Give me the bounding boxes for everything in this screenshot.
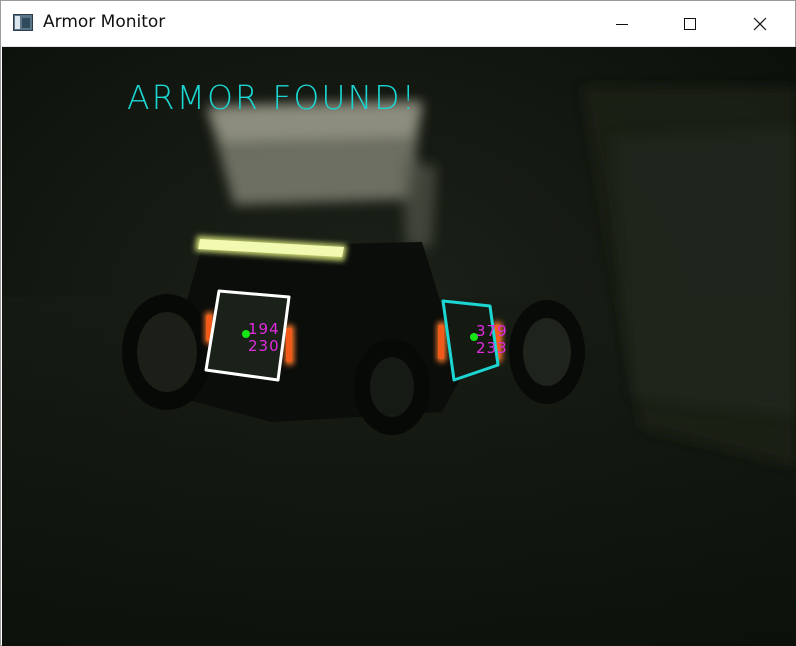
minimize-button[interactable] [587, 1, 657, 46]
background-panel-inner [612, 127, 796, 417]
wheel-center-hub [370, 357, 414, 417]
armor-monitor-window: Armor Monitor ARMOR FOUND! 194 230 379 2… [0, 0, 796, 646]
wheel-right-hub [523, 318, 571, 386]
title-bar[interactable]: Armor Monitor [1, 1, 795, 47]
camera-frame [2, 47, 796, 646]
window-title: Armor Monitor [43, 12, 166, 32]
target-2-coordinates: 379 233 [476, 323, 508, 357]
close-button[interactable] [725, 1, 795, 46]
camera-view: ARMOR FOUND! 194 230 379 233 [2, 47, 796, 646]
armor-status-text: ARMOR FOUND! [127, 78, 417, 117]
app-icon [13, 14, 33, 31]
light-strip-3-core [438, 325, 444, 359]
minimize-icon [616, 23, 628, 25]
target-1-coordinates: 194 230 [248, 321, 280, 355]
target-2-y-label: 233 [476, 339, 508, 357]
close-icon [753, 17, 767, 30]
light-strip-2-core [286, 328, 292, 362]
target-1-y-label: 230 [248, 337, 280, 355]
robot-handle [400, 157, 437, 247]
maximize-icon [684, 17, 696, 30]
maximize-button[interactable] [655, 1, 725, 46]
target-2-x-label: 379 [476, 322, 508, 340]
wheel-left-hub [137, 312, 197, 392]
target-1-x-label: 194 [248, 320, 280, 338]
